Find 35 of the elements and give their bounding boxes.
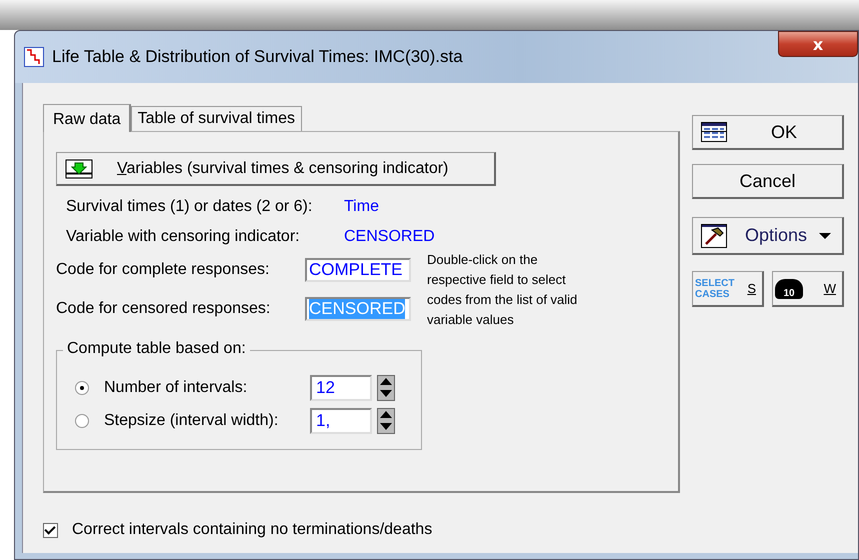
hint-text: Double-click on the respective field to select codes from the list of valid variable values xyxy=(427,251,578,329)
number-field[interactable]: 1, xyxy=(310,408,372,434)
option-label: Stepsize (interval width): xyxy=(104,412,280,430)
spinner[interactable] xyxy=(377,374,395,400)
checkbox-label: Correct intervals containing no terminations/deaths xyxy=(72,521,432,539)
step-chart-icon xyxy=(24,47,44,67)
tab[interactable]: Raw data xyxy=(43,104,131,132)
close-button[interactable]: x xyxy=(778,31,858,57)
caret-icon xyxy=(819,232,832,238)
download-arrow-icon xyxy=(65,158,93,178)
checkbox[interactable] xyxy=(43,522,58,538)
tab[interactable]: Table of survival times xyxy=(130,106,302,131)
field-label: Code for censored responses: xyxy=(56,300,272,318)
select-cases-button[interactable]: SELECT CASES S xyxy=(692,271,764,307)
group-title: Compute table based on: xyxy=(63,340,250,358)
ok-button[interactable]: OK xyxy=(692,115,844,150)
radio-button[interactable] xyxy=(75,380,89,394)
field-value: Time xyxy=(344,198,379,216)
field-label: Variable with censoring indicator: xyxy=(66,228,301,246)
weight-button[interactable]: 10 W xyxy=(772,271,844,307)
options-button[interactable]: Options xyxy=(692,217,844,255)
field-label: Code for complete responses: xyxy=(56,261,270,279)
weight-icon: 10 xyxy=(775,278,803,298)
field-value: CENSORED xyxy=(344,228,435,246)
variables-button[interactable]: Variables (survival times & censoring indicator) xyxy=(56,152,496,186)
code-field[interactable]: COMPLETE xyxy=(305,258,411,282)
cancel-button[interactable]: Cancel xyxy=(692,164,844,199)
table-icon xyxy=(701,122,727,142)
option-label: Number of intervals: xyxy=(104,378,248,396)
hammer-icon xyxy=(701,224,727,248)
number-field[interactable]: 12 xyxy=(310,374,372,400)
window-title: Life Table & Distribution of Survival Times: IMC(30).sta xyxy=(52,47,463,67)
radio-button[interactable] xyxy=(75,414,89,428)
spinner[interactable] xyxy=(377,408,395,434)
field-label: Survival times (1) or dates (2 or 6): xyxy=(66,198,314,216)
